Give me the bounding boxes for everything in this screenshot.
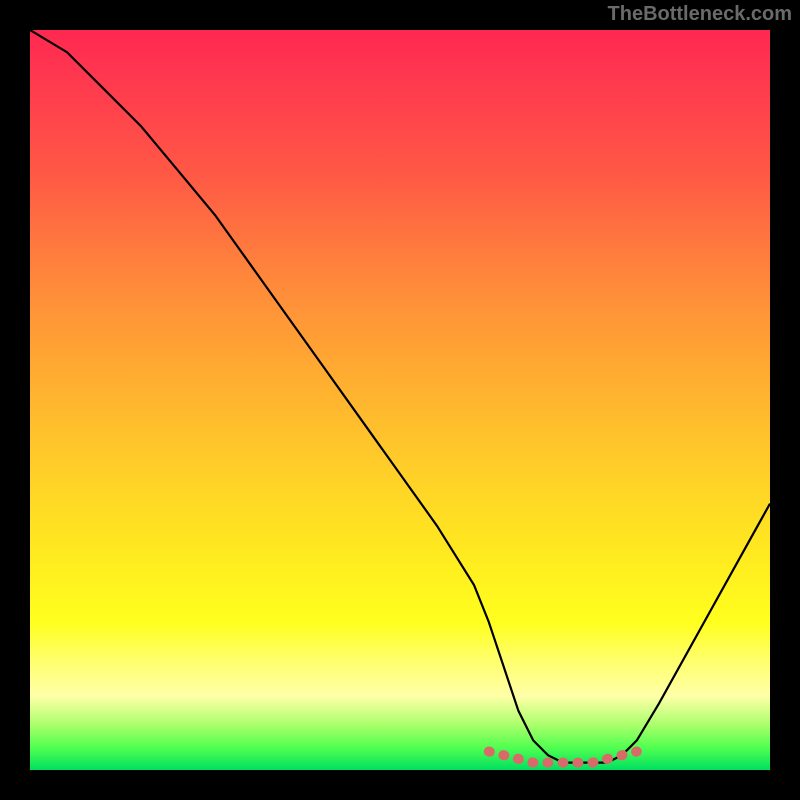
chart-svg <box>30 30 770 770</box>
plot-area <box>30 30 770 770</box>
bottleneck-curve <box>30 30 770 763</box>
watermark-text: TheBottleneck.com <box>608 3 792 26</box>
optimal-range-dots <box>489 752 637 763</box>
